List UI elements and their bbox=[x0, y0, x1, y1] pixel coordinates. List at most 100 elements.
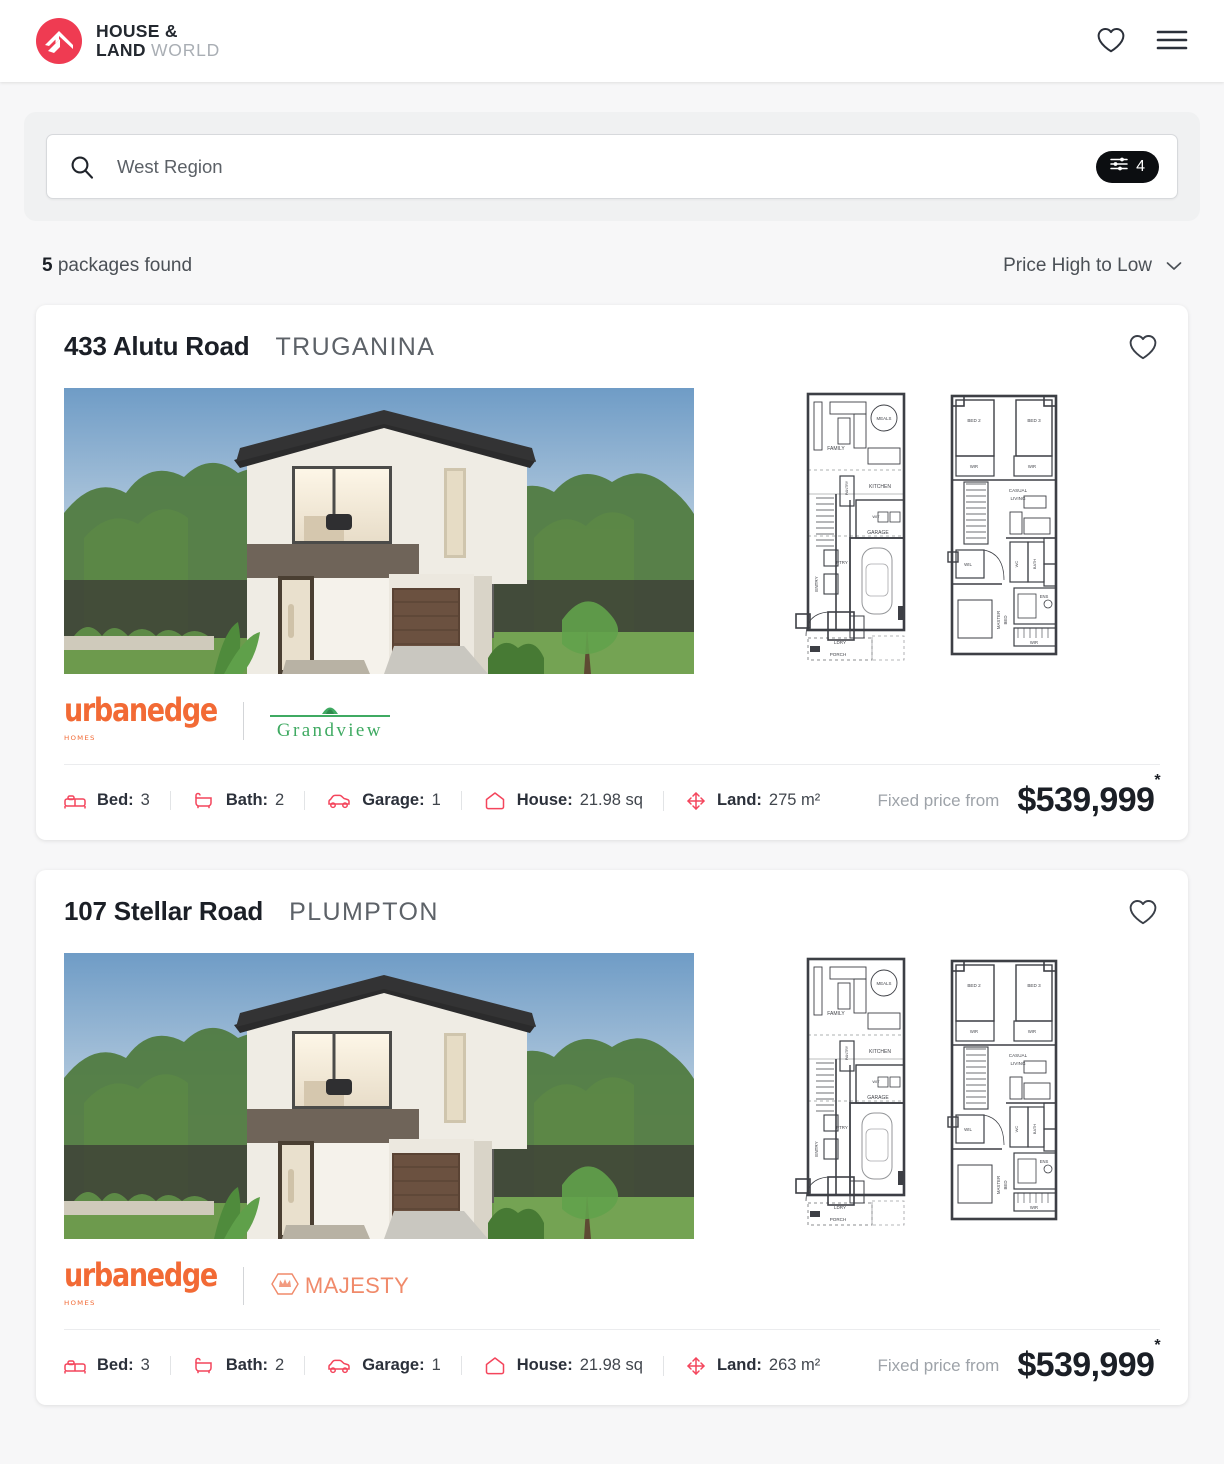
search-box[interactable]: 4 bbox=[46, 134, 1178, 199]
estate-logo-majesty: MAJESTY bbox=[270, 1271, 409, 1302]
floorplan-upper-floor[interactable]: BED 2 BED 3 WIR WIR CASUAL LIVING WIL WC… bbox=[944, 388, 1066, 662]
svg-text:PTRY: PTRY bbox=[836, 1125, 848, 1130]
spec-land: Land: 275 m² bbox=[663, 790, 840, 811]
spec-value: 263 m² bbox=[768, 1356, 821, 1374]
svg-text:WIL: WIL bbox=[964, 1127, 972, 1132]
svg-text:ENS: ENS bbox=[1040, 594, 1049, 599]
results-count-label: packages found bbox=[57, 255, 193, 276]
logo-divider bbox=[242, 702, 244, 740]
price-prefix: Fixed price from bbox=[877, 790, 1000, 810]
svg-text:BATH: BATH bbox=[1032, 1124, 1037, 1134]
search-input[interactable] bbox=[117, 155, 1097, 178]
svg-text:WIR: WIR bbox=[970, 464, 978, 469]
card-favourite-button[interactable] bbox=[1126, 331, 1160, 366]
svg-text:LIVING: LIVING bbox=[1010, 496, 1025, 501]
floorplan-ground-floor[interactable]: FAMILY MEALS KITCHEN WIT GARAGE PTRY LDR… bbox=[794, 388, 916, 662]
house-render-image[interactable] bbox=[64, 953, 694, 1239]
card-header: 107 Stellar Road PLUMPTON bbox=[64, 896, 1160, 931]
floorplan-ground-floor[interactable]: FAMILY MEALS KITCHEN WIT GARAGE PTRY LDR… bbox=[794, 953, 916, 1227]
card-favourite-button[interactable] bbox=[1126, 896, 1160, 931]
card-spec-strip: Bed: 3 Bath: 2 Garage: 1 House: 21.98 sq… bbox=[64, 764, 1161, 840]
price-value: $539,999* bbox=[1017, 1336, 1160, 1384]
estate-logo-grandview: Grandview bbox=[269, 701, 390, 742]
floorplan-thumbnails: FAMILY MEALS KITCHEN WIT GARAGE PTRY LDR… bbox=[794, 388, 1066, 662]
spec-house: House: 21.98 sq bbox=[460, 1356, 663, 1375]
svg-text:FAMILY: FAMILY bbox=[827, 1011, 845, 1017]
house-render-image[interactable] bbox=[64, 388, 694, 674]
logo-divider bbox=[242, 1267, 244, 1305]
home-icon bbox=[484, 791, 506, 810]
estate-name: Grandview bbox=[276, 719, 383, 741]
brand-logo[interactable]: HOUSE & LAND WORLD bbox=[36, 18, 220, 64]
svg-text:FAMILY: FAMILY bbox=[827, 446, 845, 452]
sort-dropdown[interactable]: Price High to Low bbox=[1003, 255, 1182, 277]
svg-text:BED 2: BED 2 bbox=[967, 418, 981, 423]
svg-text:LIVING: LIVING bbox=[1010, 1061, 1025, 1066]
package-results-list: 433 Alutu Road TRUGANINA FAMILY MEALS KI… bbox=[0, 277, 1224, 1445]
spec-label: Bed: bbox=[97, 791, 134, 809]
spec-label: Garage: bbox=[362, 1356, 425, 1374]
card-title-row: 433 Alutu Road TRUGANINA bbox=[64, 331, 435, 362]
spec-land: Land: 263 m² bbox=[663, 1355, 840, 1376]
svg-text:BED 3: BED 3 bbox=[1027, 418, 1041, 423]
spec-value: 3 bbox=[140, 1356, 150, 1374]
brand-line-2-bold: LAND bbox=[96, 40, 146, 60]
card-media-row: FAMILY MEALS KITCHEN WIT GARAGE PTRY LDR… bbox=[64, 953, 1160, 1239]
svg-text:BED: BED bbox=[1003, 1180, 1008, 1189]
svg-text:PTRY: PTRY bbox=[836, 560, 848, 565]
hamburger-menu-icon bbox=[1156, 28, 1188, 55]
svg-text:LDRY: LDRY bbox=[834, 640, 846, 645]
move-arrows-icon bbox=[686, 791, 706, 811]
builder-name: urbanedge bbox=[64, 692, 218, 730]
svg-text:PORCH: PORCH bbox=[830, 652, 847, 657]
house-land-world-logo-icon bbox=[36, 18, 82, 64]
svg-text:WIT: WIT bbox=[872, 514, 880, 519]
brand-wordmark: HOUSE & LAND WORLD bbox=[96, 22, 220, 60]
svg-text:WC: WC bbox=[1014, 561, 1019, 568]
card-logo-row: urbanedge HOMES Grandview bbox=[64, 674, 1160, 764]
svg-text:WIT: WIT bbox=[872, 1079, 880, 1084]
svg-text:MASTER: MASTER bbox=[996, 611, 1001, 629]
header-actions bbox=[1096, 26, 1188, 57]
favourites-button[interactable] bbox=[1096, 26, 1126, 57]
svg-text:WIR: WIR bbox=[1030, 640, 1038, 645]
spec-bath: Bath: 2 bbox=[169, 791, 304, 810]
spec-label: Bed: bbox=[97, 1356, 134, 1374]
brand-line-1: HOUSE & bbox=[96, 21, 178, 41]
package-card[interactable]: 433 Alutu Road TRUGANINA FAMILY MEALS KI… bbox=[36, 305, 1188, 840]
sort-value: Price High to Low bbox=[1003, 255, 1152, 276]
spec-bed: Bed: 3 bbox=[64, 1356, 170, 1375]
results-bar: 5 packages found Price High to Low bbox=[0, 221, 1224, 277]
bathtub-icon bbox=[193, 792, 215, 809]
svg-text:WIR: WIR bbox=[970, 1029, 978, 1034]
package-suburb: TRUGANINA bbox=[275, 333, 436, 361]
card-logo-row: urbanedge HOMES MAJESTY bbox=[64, 1239, 1160, 1329]
heart-icon bbox=[1128, 900, 1158, 929]
card-title-row: 107 Stellar Road PLUMPTON bbox=[64, 896, 439, 927]
card-header: 433 Alutu Road TRUGANINA bbox=[64, 331, 1160, 366]
heart-icon bbox=[1096, 26, 1126, 57]
builder-tagline: HOMES bbox=[64, 734, 96, 742]
svg-text:KITCHEN: KITCHEN bbox=[869, 484, 891, 490]
move-arrows-icon bbox=[686, 1356, 706, 1376]
filter-button[interactable]: 4 bbox=[1096, 150, 1159, 183]
svg-text:ENS: ENS bbox=[1040, 1159, 1049, 1164]
heart-icon bbox=[1128, 335, 1158, 364]
svg-text:WIR: WIR bbox=[1028, 464, 1036, 469]
spec-label: House: bbox=[516, 1356, 573, 1374]
car-icon bbox=[327, 793, 351, 809]
package-card[interactable]: 107 Stellar Road PLUMPTON FAMILY MEALS K… bbox=[36, 870, 1188, 1405]
hamburger-menu-button[interactable] bbox=[1156, 28, 1188, 55]
bed-icon bbox=[64, 793, 86, 809]
svg-text:CASUAL: CASUAL bbox=[1009, 488, 1028, 493]
floorplan-upper-floor[interactable]: BED 2 BED 3 WIR WIR CASUAL LIVING WIL WC… bbox=[944, 953, 1066, 1227]
svg-text:WIR: WIR bbox=[1028, 1029, 1036, 1034]
grandview-tree-icon bbox=[269, 701, 390, 717]
builder-logo-urbanedge: urbanedge HOMES bbox=[64, 695, 218, 742]
spec-label: Garage: bbox=[362, 791, 425, 809]
spec-bath: Bath: 2 bbox=[169, 1356, 304, 1375]
svg-text:WIL: WIL bbox=[964, 562, 972, 567]
spec-value: 275 m² bbox=[768, 791, 821, 809]
svg-text:LDRY: LDRY bbox=[834, 1205, 846, 1210]
car-icon bbox=[327, 1358, 351, 1374]
